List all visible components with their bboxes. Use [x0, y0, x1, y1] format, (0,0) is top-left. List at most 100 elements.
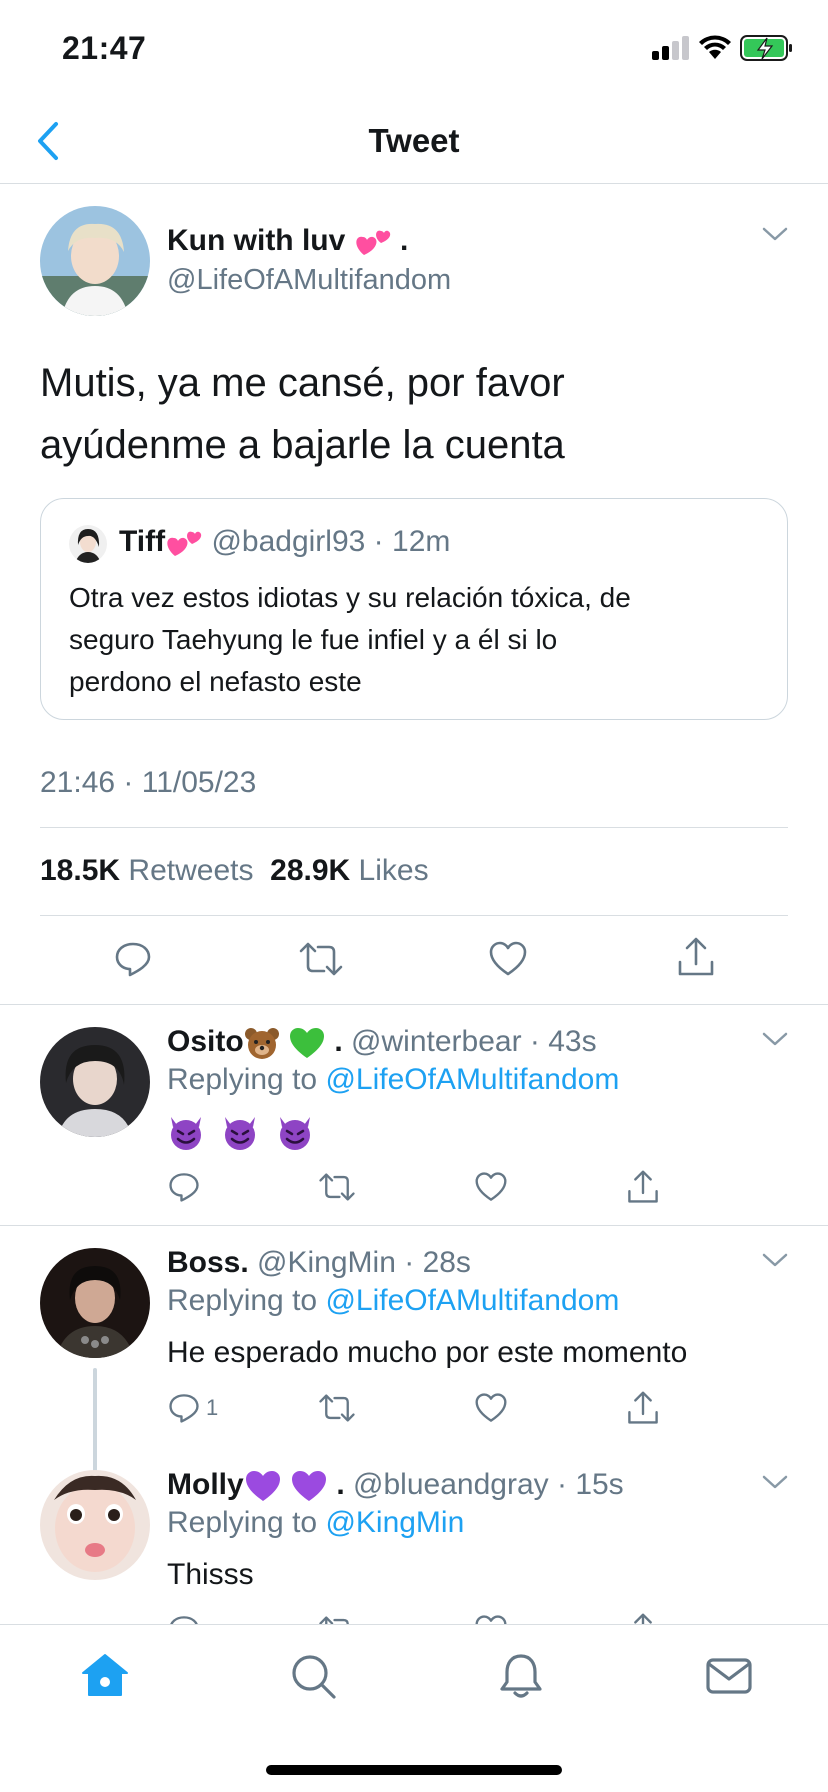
reply-button[interactable] [168, 1614, 200, 1624]
replying-mention[interactable]: @LifeOfAMultifandom [325, 1063, 619, 1096]
cellular-signal-icon [652, 34, 690, 60]
retweet-button[interactable] [298, 940, 344, 978]
smiling-imp-icon [225, 1117, 256, 1150]
search-icon[interactable] [288, 1651, 338, 1701]
retweet-icon [319, 1616, 349, 1624]
heart-icon [489, 941, 527, 976]
like-button[interactable] [474, 1392, 508, 1424]
quote-separator: · [365, 525, 393, 558]
reply-time: 28s [422, 1246, 471, 1279]
heart-icon [475, 1393, 507, 1422]
retweet-button[interactable] [318, 1614, 356, 1624]
quote-text-line: perdono el nefasto este [69, 666, 362, 697]
quote-time: 12m [392, 525, 451, 558]
reply-author-handle: @winterbear [351, 1025, 522, 1058]
replying-mention[interactable]: @KingMin [325, 1506, 464, 1539]
chevron-down-icon[interactable] [760, 1472, 790, 1492]
chevron-down-icon[interactable] [760, 224, 790, 244]
chevron-down-icon[interactable] [760, 1029, 790, 1049]
avatar[interactable] [40, 1248, 150, 1358]
share-icon [628, 1170, 658, 1203]
retweet-icon [319, 1173, 355, 1201]
retweets-label[interactable]: Retweets [128, 854, 253, 887]
bear-icon [244, 1028, 279, 1060]
home-icon[interactable] [80, 1651, 130, 1701]
reply-time: 15s [575, 1468, 624, 1501]
reply-icon [169, 1394, 199, 1423]
replying-to: Replying to @LifeOfAMultifandom [167, 1063, 619, 1097]
reply-header: Boss. @KingMin · 28s [167, 1246, 471, 1280]
tweet-text-line: ayúdenme a bajarle la cuenta [40, 423, 565, 467]
reply-count: 1 [206, 1395, 219, 1420]
notifications-icon[interactable] [496, 1651, 546, 1701]
author-name-text: Kun with luv [167, 224, 346, 257]
reply-author-handle: @blueandgray [353, 1468, 549, 1501]
reply-button[interactable] [168, 1171, 200, 1203]
reply-author-suffix: . [336, 1468, 345, 1501]
reply-body: He esperado mucho por este momento [167, 1336, 688, 1369]
quote-text: Otra vez estos idiotas y su relación tóx… [69, 577, 769, 703]
reply-button[interactable]: 1 [168, 1392, 218, 1424]
quote-author-name: Tiff [119, 525, 166, 558]
chevron-down-icon[interactable] [760, 1250, 790, 1270]
divider [40, 915, 788, 916]
quoted-tweet[interactable]: Tiff @badgirl93 · 12m Otra vez estos idi… [40, 498, 788, 720]
share-button[interactable] [676, 936, 716, 978]
tab-bar [0, 1624, 828, 1792]
heart-icon [475, 1172, 507, 1201]
avatar[interactable] [40, 1027, 150, 1137]
reply-tweet[interactable]: Molly . @blueandgray · 15s Replying to @… [0, 1448, 828, 1624]
like-button[interactable] [474, 1614, 508, 1624]
tweet-actions [0, 936, 828, 996]
quote-author-handle: @badgirl93 [211, 525, 366, 558]
status-bar: 21:47 [0, 0, 828, 100]
retweet-icon [299, 942, 343, 976]
share-button[interactable] [626, 1169, 660, 1205]
heart-icon [475, 1615, 507, 1624]
divider [0, 1004, 828, 1005]
reply-separator: · [395, 1246, 423, 1279]
avatar[interactable] [40, 206, 150, 316]
tweet-text-line: Mutis, ya me cansé, por favor [40, 361, 565, 405]
reply-icon [115, 942, 151, 977]
author-handle[interactable]: @LifeOfAMultifandom [167, 264, 451, 297]
divider [40, 827, 788, 828]
share-icon [634, 1613, 652, 1624]
share-button[interactable] [626, 1390, 660, 1426]
reply-button[interactable] [114, 940, 152, 978]
reply-author-name: Molly [167, 1468, 244, 1501]
green-heart-icon [290, 1028, 325, 1059]
reply-body [167, 1113, 322, 1151]
messages-icon[interactable] [704, 1651, 754, 1701]
quote-header: Tiff @badgirl93 · 12m [119, 525, 450, 560]
like-button[interactable] [474, 1171, 508, 1203]
replying-label: Replying to [167, 1506, 318, 1539]
replying-mention[interactable]: @LifeOfAMultifandom [325, 1284, 619, 1317]
like-button[interactable] [488, 940, 528, 978]
wifi-icon [699, 35, 731, 59]
battery-charging-icon [740, 35, 792, 61]
tweet-stats: 18.5K Retweets 28.9K Likes [40, 854, 429, 888]
avatar[interactable] [40, 1470, 150, 1580]
retweets-count[interactable]: 18.5K [40, 854, 120, 887]
author-name[interactable]: Kun with luv . [167, 224, 408, 259]
likes-label[interactable]: Likes [359, 854, 429, 887]
page-title: Tweet [368, 122, 460, 159]
reply-author-suffix: . [334, 1025, 343, 1058]
status-time: 21:47 [62, 30, 147, 66]
reply-actions [0, 1169, 828, 1231]
share-button[interactable] [626, 1612, 660, 1624]
quote-text-line: Otra vez estos idiotas y su relación tóx… [69, 582, 631, 613]
likes-count[interactable]: 28.9K [270, 854, 350, 887]
retweet-icon [319, 1394, 355, 1422]
retweet-button[interactable] [318, 1171, 356, 1203]
retweet-button[interactable] [318, 1392, 356, 1424]
replying-to: Replying to @LifeOfAMultifandom [167, 1284, 619, 1318]
reply-time: 43s [548, 1025, 597, 1058]
reply-separator: · [548, 1468, 576, 1501]
share-icon [628, 1391, 658, 1424]
reply-header: Osito . @winterbear · 43s [167, 1025, 597, 1060]
reply-author-name: Boss. [167, 1246, 249, 1279]
quote-text-line: seguro Taehyung le fue infiel y a él si … [69, 624, 558, 655]
home-indicator [266, 1765, 562, 1775]
